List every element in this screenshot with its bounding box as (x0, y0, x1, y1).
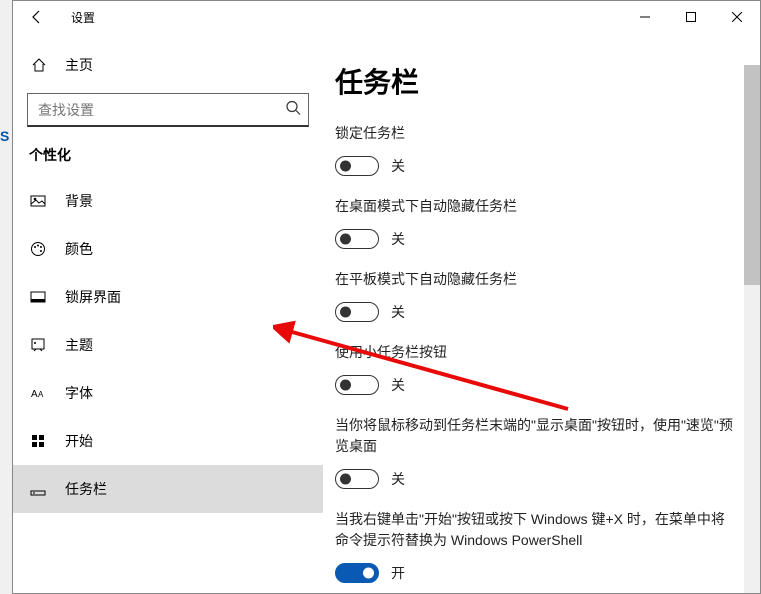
setting-label: 使用小任务栏按钮 (335, 342, 736, 363)
main-content: 任务栏 锁定任务栏关在桌面模式下自动隐藏任务栏关在平板模式下自动隐藏任务栏关使用… (323, 33, 760, 593)
toggle-row: 关 (335, 229, 736, 249)
titlebar: 设置 (13, 1, 760, 33)
toggle-state-text: 关 (391, 469, 405, 489)
window-title: 设置 (71, 9, 95, 26)
sidebar-item-2[interactable]: 锁屏界面 (13, 273, 323, 321)
sidebar-item-3[interactable]: 主题 (13, 321, 323, 369)
search-box (27, 93, 309, 127)
category-label: 个性化 (13, 145, 323, 177)
home-icon (31, 57, 47, 73)
back-icon (29, 9, 45, 25)
toggle-switch[interactable] (335, 469, 379, 489)
toggle-row: 关 (335, 302, 736, 322)
toggle-state-text: 关 (391, 375, 405, 395)
svg-text:A: A (31, 389, 38, 400)
toggle-knob (340, 161, 351, 172)
home-label: 主页 (65, 55, 93, 75)
close-button[interactable] (714, 1, 760, 33)
toggle-state-text: 关 (391, 229, 405, 249)
toggle-switch[interactable] (335, 302, 379, 322)
titlebar-left: 设置 (13, 1, 95, 33)
sidebar-item-4[interactable]: AA 字体 (13, 369, 323, 417)
start-icon (29, 432, 47, 450)
setting-block-5: 当我右键单击"开始"按钮或按下 Windows 键+X 时，在菜单中将命令提示符… (335, 509, 736, 583)
setting-label: 在桌面模式下自动隐藏任务栏 (335, 196, 736, 217)
page-title: 任务栏 (335, 61, 736, 101)
back-button[interactable] (21, 1, 53, 33)
setting-block-3: 使用小任务栏按钮关 (335, 342, 736, 395)
close-icon (732, 12, 742, 22)
toggle-row: 关 (335, 469, 736, 489)
sidebar-item-label: 主题 (65, 335, 93, 355)
picture-icon (29, 192, 47, 210)
toggle-state-text: 关 (391, 156, 405, 176)
search-icon (285, 100, 301, 121)
home-link[interactable]: 主页 (13, 45, 323, 85)
sidebar-item-0[interactable]: 背景 (13, 177, 323, 225)
toggle-row: 关 (335, 156, 736, 176)
minimize-icon (640, 12, 650, 22)
setting-label: 当你将鼠标移动到任务栏末端的"显示桌面"按钮时，使用"速览"预览桌面 (335, 415, 736, 457)
sidebar-item-label: 背景 (65, 191, 93, 211)
body-area: 主页 个性化 背景颜色锁屏界面主题AA字体开始任务栏 任务栏 锁定任务栏关在桌面… (13, 33, 760, 593)
sidebar-item-label: 开始 (65, 431, 93, 451)
settings-list: 锁定任务栏关在桌面模式下自动隐藏任务栏关在平板模式下自动隐藏任务栏关使用小任务栏… (335, 123, 736, 593)
setting-label: 在平板模式下自动隐藏任务栏 (335, 269, 736, 290)
setting-block-1: 在桌面模式下自动隐藏任务栏关 (335, 196, 736, 249)
toggle-knob (363, 568, 374, 579)
toggle-state-text: 关 (391, 302, 405, 322)
setting-label: 锁定任务栏 (335, 123, 736, 144)
toggle-knob (340, 307, 351, 318)
toggle-switch[interactable] (335, 156, 379, 176)
toggle-knob (340, 474, 351, 485)
sidebar-item-label: 字体 (65, 383, 93, 403)
toggle-knob (340, 234, 351, 245)
taskbar-icon (29, 480, 47, 498)
toggle-switch[interactable] (335, 229, 379, 249)
toggle-state-text: 开 (391, 563, 405, 583)
svg-text:A: A (38, 390, 44, 399)
scrollbar-thumb[interactable] (744, 65, 760, 285)
minimize-button[interactable] (622, 1, 668, 33)
background-letter: S (0, 128, 9, 144)
setting-block-2: 在平板模式下自动隐藏任务栏关 (335, 269, 736, 322)
search-input[interactable] (27, 93, 309, 127)
sidebar-item-6[interactable]: 任务栏 (13, 465, 323, 513)
nav-list: 背景颜色锁屏界面主题 AA 字体开始任务栏 (13, 177, 323, 513)
sidebar-item-label: 锁屏界面 (65, 287, 121, 307)
font-icon: AA (29, 384, 47, 402)
window-controls (622, 1, 760, 33)
sidebar-item-5[interactable]: 开始 (13, 417, 323, 465)
toggle-row: 开 (335, 563, 736, 583)
setting-label: 当我右键单击"开始"按钮或按下 Windows 键+X 时，在菜单中将命令提示符… (335, 509, 736, 551)
maximize-icon (686, 12, 696, 22)
scrollbar-track[interactable] (744, 65, 760, 593)
toggle-switch[interactable] (335, 563, 379, 583)
theme-icon (29, 336, 47, 354)
toggle-row: 关 (335, 375, 736, 395)
search-wrap (27, 93, 309, 127)
maximize-button[interactable] (668, 1, 714, 33)
toggle-knob (340, 380, 351, 391)
settings-window: 设置 主页 (12, 0, 761, 594)
sidebar-item-label: 颜色 (65, 239, 93, 259)
setting-block-4: 当你将鼠标移动到任务栏末端的"显示桌面"按钮时，使用"速览"预览桌面关 (335, 415, 736, 489)
toggle-switch[interactable] (335, 375, 379, 395)
palette-icon (29, 240, 47, 258)
setting-block-0: 锁定任务栏关 (335, 123, 736, 176)
sidebar: 主页 个性化 背景颜色锁屏界面主题 AA 字体开始任务栏 (13, 33, 323, 593)
sidebar-item-1[interactable]: 颜色 (13, 225, 323, 273)
lockscreen-icon (29, 288, 47, 306)
sidebar-item-label: 任务栏 (65, 479, 107, 499)
